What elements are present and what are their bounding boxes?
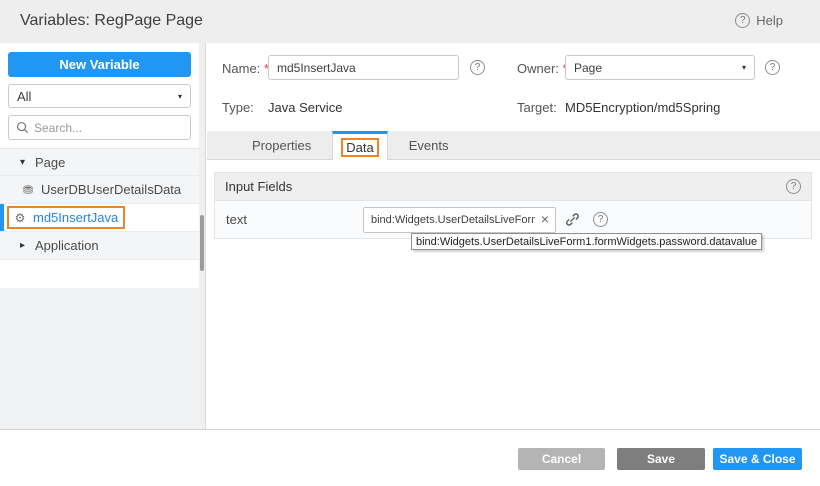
tree-group-label: Application [35,238,99,253]
java-service-icon: ⚙ [12,211,28,225]
new-variable-button[interactable]: New Variable [8,52,191,77]
name-label: Name: * [222,61,269,76]
tab-label-highlighted: Data [341,138,378,157]
clear-bind-icon[interactable]: × [537,211,553,227]
owner-dropdown-value: Page [574,61,602,75]
caret-down-icon[interactable]: ▾ [20,157,34,168]
name-input[interactable] [268,55,459,80]
tab-events[interactable]: Events [388,131,470,159]
variables-tree: ▾ Page ⛃ UserDBUserDetailsData ⚙ md5Inse… [0,148,199,260]
dialog-header: Variables: RegPage Page ? Help [0,0,820,43]
input-fields-panel: Input Fields ? text × ? [214,172,812,239]
tab-label: Events [409,138,449,153]
cancel-button[interactable]: Cancel [518,448,605,470]
search-box[interactable] [8,115,191,140]
filter-dropdown-value: All [17,89,31,104]
chevron-down-icon: ▾ [742,63,746,72]
tree-item-label: md5InsertJava [33,210,118,225]
caret-right-icon[interactable]: ▸ [20,240,34,251]
target-label: Target: [517,100,557,115]
field-help-icon[interactable]: ? [593,212,608,227]
tree-group-application[interactable]: ▸ Application [0,232,199,260]
bind-tooltip: bind:Widgets.UserDetailsLiveForm1.formWi… [411,233,762,250]
name-label-text: Name: [222,61,260,76]
type-label: Type: [222,100,254,115]
tree-group-label: Page [35,155,65,170]
save-and-close-button[interactable]: Save & Close [713,448,802,470]
page-title: Variables: RegPage Page [20,12,203,30]
input-fields-title: Input Fields [225,179,292,194]
chevron-down-icon: ▾ [178,92,182,101]
owner-label: Owner: * [517,61,568,76]
help-label[interactable]: Help [756,13,783,28]
filter-dropdown[interactable]: All ▾ [8,84,191,108]
bind-value-input[interactable] [363,207,556,233]
input-fields-help-icon[interactable]: ? [786,179,801,194]
search-input[interactable] [34,121,183,135]
field-name: text [215,212,363,227]
owner-dropdown[interactable]: Page ▾ [565,55,755,80]
tab-data[interactable]: Data [332,131,387,160]
owner-help-icon[interactable]: ? [765,60,780,75]
database-icon: ⛃ [20,183,36,197]
sidebar-scrollbar[interactable] [199,43,205,429]
name-help-icon[interactable]: ? [470,60,485,75]
help-icon[interactable]: ? [735,13,750,28]
tree-item-userdbuserdetailsdata[interactable]: ⛃ UserDBUserDetailsData [0,176,199,204]
input-fields-header: Input Fields ? [215,173,811,201]
tab-properties[interactable]: Properties [231,131,332,159]
save-button[interactable]: Save [617,448,705,470]
tab-bar: Properties Data Events [207,131,820,160]
tree-group-page[interactable]: ▾ Page [0,148,199,176]
bind-value-wrap: × [363,207,556,233]
bind-link-icon[interactable] [565,212,580,227]
variable-detail-pane: Name: * ? Owner: * Page ▾ ? Type: Java S… [207,43,820,429]
tree-item-label: UserDBUserDetailsData [41,182,181,197]
tab-label: Properties [252,138,311,153]
variables-dialog: Variables: RegPage Page ? Help New Varia… [0,0,820,486]
tree-empty-area [0,288,199,429]
variables-sidebar: New Variable All ▾ ▾ Page ⛃ UserDBUserDe… [0,43,206,429]
type-value: Java Service [268,100,342,115]
dialog-footer: Cancel Save Save & Close [0,429,820,486]
scrollbar-thumb[interactable] [200,215,204,271]
owner-label-text: Owner: [517,61,559,76]
tree-item-md5insertjava[interactable]: ⚙ md5InsertJava [0,204,199,232]
search-icon [16,121,29,134]
target-value: MD5Encryption/md5Spring [565,100,720,115]
help-link[interactable]: ? Help [735,13,783,28]
selection-highlight-box: ⚙ md5InsertJava [7,206,125,229]
